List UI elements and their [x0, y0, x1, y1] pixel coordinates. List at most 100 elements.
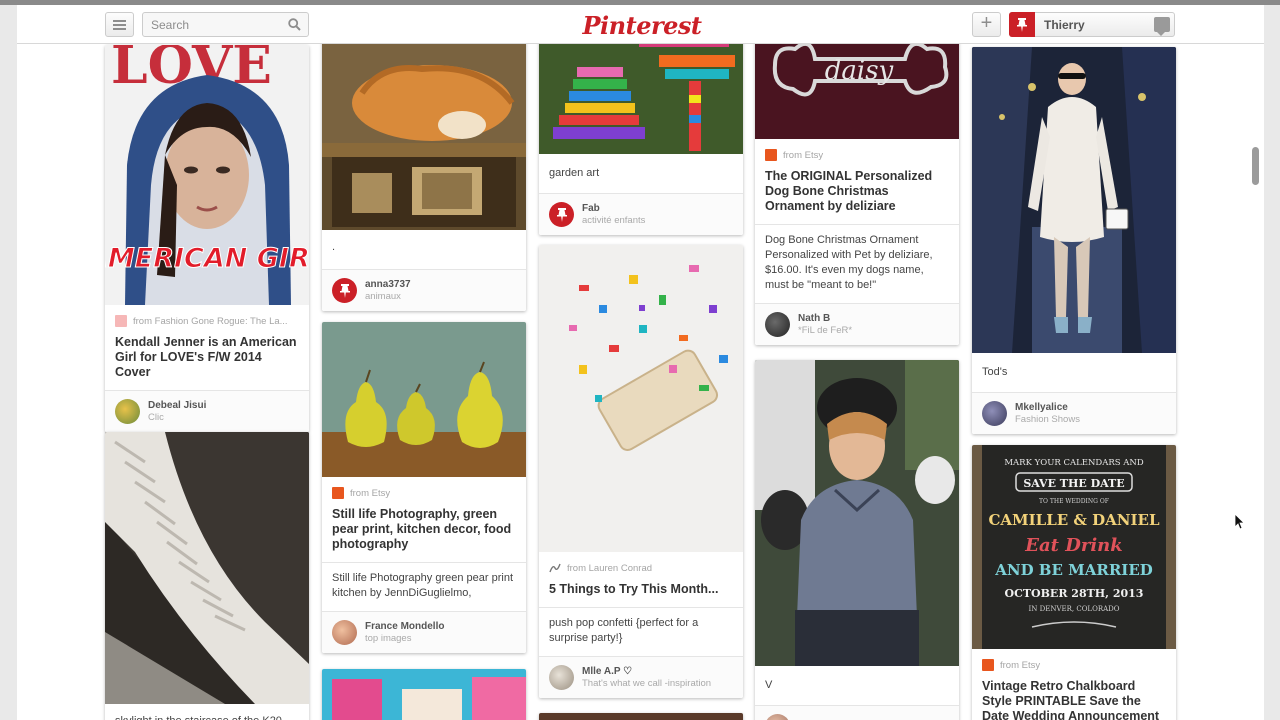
- avatar[interactable]: [982, 401, 1007, 426]
- hamburger-icon: [113, 19, 126, 30]
- pinner-row[interactable]: magacake: [755, 706, 959, 720]
- pin-description: Still life Photography green pear print …: [332, 572, 513, 599]
- pin-card-garden-art[interactable]: garden art Fab activité enfants: [539, 25, 743, 235]
- pin-image[interactable]: [539, 713, 743, 720]
- pinner-name[interactable]: Nath B: [798, 313, 852, 325]
- board-name[interactable]: activité enfants: [582, 215, 645, 227]
- pin-card-v[interactable]: V magacake: [755, 360, 959, 720]
- pinner-name[interactable]: Mlle A.P ♡: [582, 666, 711, 678]
- pin-source-label: from Etsy: [350, 487, 391, 499]
- pinner-row[interactable]: Fab activité enfants: [539, 194, 743, 235]
- pin-card-kendall[interactable]: LOVE AMERICAN GIRL from Fashion Gone Rog…: [105, 45, 309, 432]
- menu-button[interactable]: [105, 12, 134, 37]
- board-name[interactable]: animaux: [365, 291, 411, 303]
- pin-title[interactable]: Vintage Retro Chalkboard Style PRINTABLE…: [972, 671, 1176, 720]
- user-menu-button[interactable]: Thierry: [1009, 12, 1175, 37]
- pin-description: V: [765, 679, 773, 691]
- pin-card-partial[interactable]: [539, 713, 743, 720]
- pin-description: Tod's: [982, 366, 1008, 378]
- pinner-name[interactable]: France Mondello: [365, 621, 444, 633]
- pin-card-cat[interactable]: . anna3737 animaux: [322, 33, 526, 311]
- top-nav-bar: Pinterest + Thierry: [17, 5, 1264, 44]
- poster-date: OCTOBER 28TH, 2013: [1005, 587, 1144, 600]
- pin-source[interactable]: from Etsy: [322, 477, 526, 499]
- pinner-row[interactable]: Mlle A.P ♡ That's what we call -inspirat…: [539, 657, 743, 698]
- pin-image[interactable]: [539, 245, 743, 552]
- etsy-icon: [982, 659, 994, 671]
- avatar[interactable]: [549, 665, 574, 690]
- poster-names: CAMILLE & DANIEL: [988, 511, 1160, 529]
- pin-image[interactable]: [105, 432, 309, 704]
- pin-source[interactable]: from Etsy: [755, 139, 959, 161]
- board-name[interactable]: Fashion Shows: [1015, 414, 1080, 426]
- source-favicon-icon: [115, 315, 127, 327]
- pinterest-avatar-icon[interactable]: [332, 278, 357, 303]
- pin-image[interactable]: LOVE AMERICAN GIRL: [105, 45, 309, 305]
- poster-place: IN DENVER, COLORADO: [1028, 605, 1119, 613]
- image-text: daisy: [825, 56, 894, 86]
- pin-card-tods[interactable]: Tod's Mkellyalice Fashion Shows: [972, 47, 1176, 434]
- scrollbar-thumb[interactable]: [1252, 147, 1259, 185]
- pin-title[interactable]: 5 Things to Try This Month...: [539, 574, 743, 597]
- pin-image[interactable]: [322, 669, 526, 720]
- pinner-row[interactable]: Debeal Jisui Clic: [105, 391, 309, 432]
- pin-source[interactable]: from Lauren Conrad: [539, 552, 743, 574]
- cover-text: AMERICAN GIRL: [105, 243, 309, 274]
- poster-line6: AND BE MARRIED: [994, 561, 1153, 579]
- board-name[interactable]: That's what we call -inspiration: [582, 678, 711, 690]
- pinner-row[interactable]: Nath B *FiL de FeR*: [755, 304, 959, 345]
- pin-grid: LOVE AMERICAN GIRL from Fashion Gone Rog…: [17, 5, 1264, 720]
- pinterest-page: LOVE AMERICAN GIRL from Fashion Gone Rog…: [17, 5, 1264, 720]
- pin-image[interactable]: [539, 25, 743, 154]
- search-input[interactable]: [143, 13, 283, 36]
- search-icon[interactable]: [288, 18, 301, 31]
- pinner-row[interactable]: Mkellyalice Fashion Shows: [972, 393, 1176, 434]
- pin-image[interactable]: [322, 33, 526, 230]
- pinner-row[interactable]: anna3737 animaux: [322, 270, 526, 311]
- pin-card-confetti[interactable]: from Lauren Conrad 5 Things to Try This …: [539, 245, 743, 698]
- pin-image[interactable]: [755, 360, 959, 666]
- add-pin-button[interactable]: +: [972, 12, 1001, 37]
- pin-title[interactable]: Kendall Jenner is an American Girl for L…: [105, 327, 309, 380]
- avatar[interactable]: [765, 312, 790, 337]
- user-name[interactable]: Thierry: [1044, 18, 1085, 32]
- notifications-icon[interactable]: [1154, 17, 1170, 36]
- pin-source[interactable]: from Fashion Gone Rogue: The La...: [105, 305, 309, 327]
- pinner-name[interactable]: Mkellyalice: [1015, 402, 1080, 414]
- pin-card-pears[interactable]: from Etsy Still life Photography, green …: [322, 322, 526, 653]
- pinner-name[interactable]: anna3737: [365, 279, 411, 291]
- pin-image[interactable]: MARK YOUR CALENDARS AND SAVE THE DATE TO…: [972, 445, 1176, 649]
- pin-title[interactable]: Still life Photography, green pear print…: [322, 499, 526, 552]
- pin-image[interactable]: [322, 322, 526, 477]
- poster-line2: SAVE THE DATE: [1023, 477, 1124, 490]
- search-box[interactable]: [142, 12, 309, 37]
- pinner-name[interactable]: Debeal Jisui: [148, 400, 206, 412]
- avatar[interactable]: [115, 399, 140, 424]
- poster-line1: MARK YOUR CALENDARS AND: [1004, 458, 1144, 468]
- etsy-icon: [332, 487, 344, 499]
- board-name[interactable]: Clic: [148, 412, 206, 424]
- pin-description: garden art: [549, 167, 600, 179]
- pin-source-label: from Etsy: [783, 149, 824, 161]
- pin-card-save-the-date[interactable]: MARK YOUR CALENDARS AND SAVE THE DATE TO…: [972, 445, 1176, 720]
- avatar[interactable]: [332, 620, 357, 645]
- pinner-row[interactable]: France Mondello top images: [322, 612, 526, 653]
- pin-source-label: from Lauren Conrad: [567, 562, 653, 574]
- avatar[interactable]: [765, 714, 790, 720]
- board-name[interactable]: top images: [365, 633, 444, 645]
- pin-source[interactable]: from Etsy: [972, 649, 1176, 671]
- pin-description: .: [332, 241, 336, 253]
- pin-card-daisy[interactable]: daisy from Etsy The ORIGINAL Personalize…: [755, 25, 959, 345]
- signature-icon: [549, 562, 561, 574]
- pin-title[interactable]: The ORIGINAL Personalized Dog Bone Chris…: [755, 161, 959, 214]
- pinterest-avatar-icon[interactable]: [549, 202, 574, 227]
- pin-image[interactable]: [972, 47, 1176, 353]
- pin-card-room[interactable]: [322, 669, 526, 720]
- pin-caption: skylight in the staircase of the K20: [105, 704, 309, 720]
- pin-source-label: from Fashion Gone Rogue: The La...: [133, 315, 288, 327]
- board-name[interactable]: *FiL de FeR*: [798, 325, 852, 337]
- pin-description: Dog Bone Christmas Ornament Personalized…: [765, 234, 933, 291]
- pinner-name[interactable]: Fab: [582, 203, 645, 215]
- pinterest-logo[interactable]: Pinterest: [577, 11, 707, 40]
- pin-card-skylight[interactable]: skylight in the staircase of the K20: [105, 432, 309, 720]
